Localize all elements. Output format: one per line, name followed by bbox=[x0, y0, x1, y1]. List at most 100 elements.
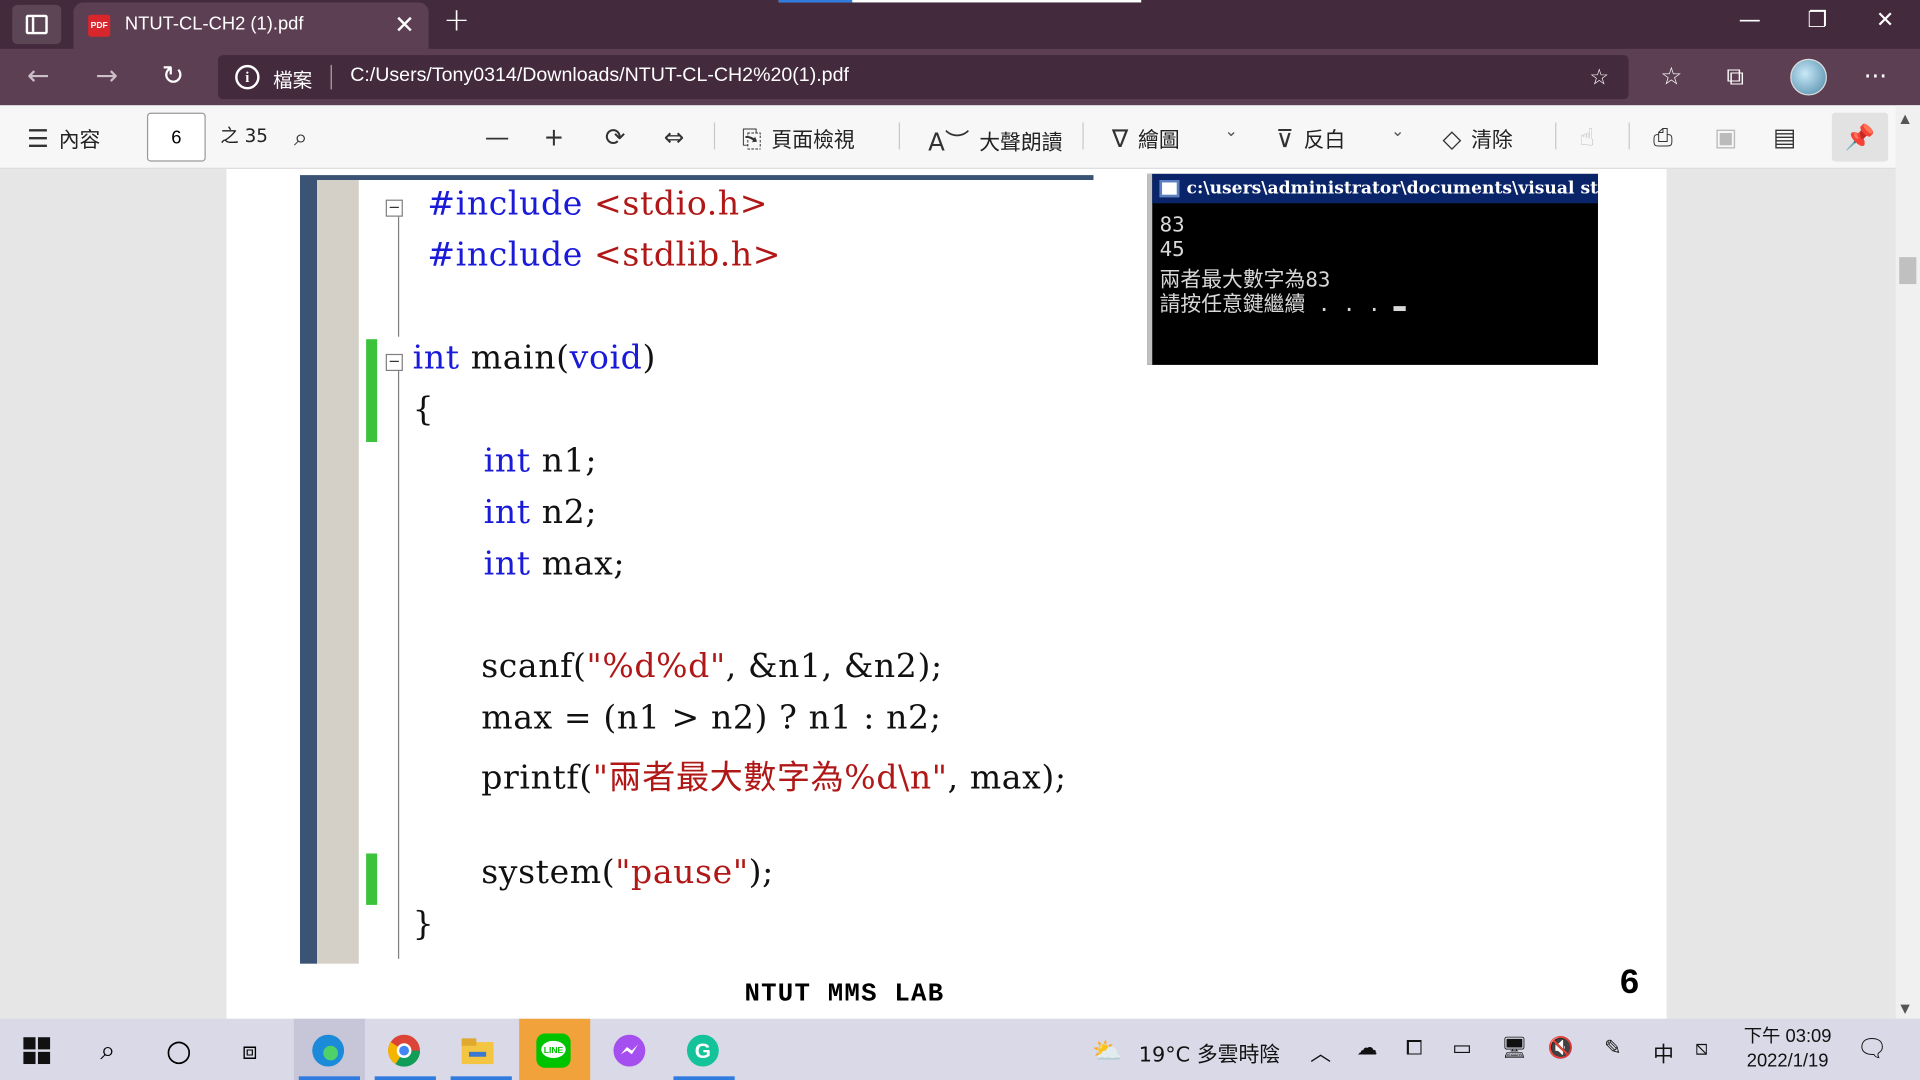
code-line: int n1; bbox=[483, 442, 598, 481]
url-field[interactable]: i 檔案 C:/Users/Tony0314/Downloads/NTUT-CL… bbox=[217, 55, 1629, 100]
forward-button[interactable]: → bbox=[96, 61, 119, 92]
ime-indicator[interactable]: 中 bbox=[1653, 1037, 1674, 1067]
highlight-label: 反白 bbox=[1303, 128, 1346, 154]
highlight-chevron-down-icon[interactable]: ⌄ bbox=[1391, 122, 1404, 140]
rotate-icon[interactable]: ⟳ bbox=[605, 122, 626, 151]
weather-icon[interactable]: ⛅ bbox=[1092, 1036, 1122, 1065]
code-line: int max; bbox=[483, 544, 626, 583]
restore-button[interactable]: ❐ bbox=[1807, 7, 1827, 33]
erase-label: 清除 bbox=[1471, 128, 1513, 154]
page-view-label: 頁面檢視 bbox=[771, 128, 855, 154]
app-tray-icon[interactable]: ⧠ bbox=[1406, 1036, 1423, 1060]
network-icon[interactable]: 🖥 bbox=[1501, 1036, 1527, 1060]
tab-active[interactable]: PDF NTUT-CL-CH2 (1).pdf ✕ bbox=[73, 2, 429, 49]
draw-button[interactable]: ∇ 繪圖 bbox=[1112, 122, 1180, 153]
page-number-input[interactable]: 6 bbox=[146, 112, 206, 162]
save-as-icon[interactable]: ▤ bbox=[1773, 122, 1796, 151]
console-cursor bbox=[1393, 306, 1406, 312]
favorites-icon[interactable]: ☆ bbox=[1660, 61, 1682, 90]
cortana-icon[interactable]: ○ bbox=[157, 1029, 201, 1073]
code-line: printf("兩者最大數字為%d\n", max); bbox=[481, 759, 1067, 798]
read-aloud-button[interactable]: A︶ 大聲朗讀 bbox=[928, 122, 1062, 158]
svg-text:G: G bbox=[695, 1040, 711, 1063]
contents-label: 內容 bbox=[58, 128, 101, 154]
task-view-icon[interactable]: ⧈ bbox=[228, 1029, 272, 1073]
taskbar: ⌕ ○ ⧈ LINE G ⛅ 19°C 多雲時陰 ︿ ☁ ⧠ ▭ 🖥 🔇 ✎ 中… bbox=[0, 1018, 1920, 1080]
edge-icon[interactable] bbox=[306, 1029, 350, 1073]
profile-avatar[interactable] bbox=[1790, 58, 1827, 96]
eraser-icon: ◇ bbox=[1442, 123, 1462, 153]
change-marker bbox=[366, 853, 378, 905]
scroll-up-icon[interactable]: ▲ bbox=[1900, 113, 1909, 126]
code-line: int main(void) bbox=[412, 339, 656, 378]
messenger-icon[interactable] bbox=[607, 1029, 651, 1073]
console-title: c:\users\administrator\documents\visual … bbox=[1152, 173, 1598, 204]
add-favorite-icon[interactable]: ☆ bbox=[1589, 65, 1609, 91]
zoom-out-icon[interactable]: — bbox=[485, 122, 509, 151]
new-tab-button[interactable]: + bbox=[443, 2, 470, 39]
tab-title: NTUT-CL-CH2 (1).pdf bbox=[124, 13, 304, 35]
collections-icon[interactable]: ⧉ bbox=[1727, 61, 1744, 90]
read-aloud-icon: A︶ bbox=[928, 127, 970, 157]
code-screenshot: − − #include <stdio.h> #include <stdlib.… bbox=[300, 175, 1094, 964]
console-screenshot: c:\users\administrator\documents\visual … bbox=[1147, 173, 1598, 365]
pdf-viewer[interactable]: − − #include <stdio.h> #include <stdlib.… bbox=[0, 168, 1896, 1019]
battery-icon[interactable]: ▭ bbox=[1452, 1036, 1472, 1060]
minimize-button[interactable]: — bbox=[1739, 7, 1761, 33]
fit-width-icon[interactable]: ⇔ bbox=[664, 122, 685, 151]
tab-actions-button[interactable] bbox=[12, 4, 62, 45]
search-icon[interactable]: ⌕ bbox=[86, 1029, 130, 1073]
list-icon: ☰ bbox=[26, 123, 49, 153]
code-line: { bbox=[412, 390, 435, 429]
erase-button[interactable]: ◇ 清除 bbox=[1442, 122, 1512, 153]
code-line: system("pause"); bbox=[481, 853, 774, 892]
pdf-icon: PDF bbox=[88, 14, 111, 37]
refresh-button[interactable]: ↻ bbox=[162, 61, 185, 92]
read-aloud-label: 大聲朗讀 bbox=[979, 131, 1063, 156]
tray-expand-icon[interactable]: ︿ bbox=[1310, 1036, 1331, 1066]
onedrive-icon[interactable]: ☁ bbox=[1357, 1036, 1378, 1060]
back-button[interactable]: ← bbox=[27, 61, 50, 92]
highlight-button[interactable]: ⊽ 反白 bbox=[1276, 122, 1345, 153]
weather-text[interactable]: 19°C 多雲時陰 bbox=[1139, 1037, 1280, 1067]
scroll-thumb[interactable] bbox=[1899, 257, 1917, 285]
draw-label: 繪圖 bbox=[1138, 128, 1180, 154]
address-bar: ← → ↻ i 檔案 C:/Users/Tony0314/Downloads/N… bbox=[0, 48, 1920, 106]
draw-chevron-down-icon[interactable]: ⌄ bbox=[1225, 122, 1238, 140]
console-line: 83 bbox=[1159, 213, 1185, 238]
vertical-scrollbar[interactable]: ▲ ▼ bbox=[1895, 105, 1920, 1019]
search-icon[interactable]: ⌕ bbox=[294, 122, 308, 151]
contents-button[interactable]: ☰ 內容 bbox=[27, 122, 100, 153]
print-icon[interactable]: ⎙ bbox=[1653, 122, 1673, 151]
code-line: #include <stdlib.h> bbox=[427, 236, 782, 275]
volume-muted-icon[interactable]: 🔇 bbox=[1548, 1036, 1574, 1060]
total-pages-label: 之 35 bbox=[220, 124, 268, 147]
info-icon[interactable]: i bbox=[235, 64, 260, 90]
pdf-toolbar: ☰ 內容 6 之 35 ⌕ — + ⟳ ⇔ ⎘ 頁面檢視 A︶ 大聲朗讀 ∇ 繪… bbox=[0, 105, 1920, 169]
code-line: } bbox=[412, 904, 435, 943]
pin-toolbar-button[interactable]: 📌 bbox=[1831, 112, 1889, 162]
start-button[interactable] bbox=[15, 1029, 59, 1073]
ime-mode-icon[interactable]: ⧅ bbox=[1695, 1036, 1708, 1060]
more-menu-icon[interactable]: ··· bbox=[1864, 61, 1887, 90]
chrome-icon[interactable] bbox=[382, 1029, 426, 1073]
pin-icon: 📌 bbox=[1844, 122, 1876, 152]
touch-write-icon[interactable]: ☝ bbox=[1580, 122, 1595, 151]
draw-icon: ∇ bbox=[1111, 123, 1129, 153]
close-window-button[interactable]: ✕ bbox=[1876, 7, 1894, 33]
save-icon[interactable]: ▣ bbox=[1714, 122, 1737, 151]
clock[interactable]: 下午 03:09 2022/1/19 bbox=[1744, 1025, 1832, 1074]
grammarly-icon[interactable]: G bbox=[681, 1029, 725, 1073]
page-view-button[interactable]: ⎘ 頁面檢視 bbox=[742, 122, 855, 153]
highlighter-icon: ⊽ bbox=[1275, 123, 1294, 153]
collapse-icon: − bbox=[385, 354, 403, 372]
zoom-in-icon[interactable]: + bbox=[544, 122, 565, 151]
close-tab-icon[interactable]: ✕ bbox=[394, 10, 415, 39]
url-text[interactable]: C:/Users/Tony0314/Downloads/NTUT-CL-CH2%… bbox=[350, 65, 849, 87]
file-explorer-icon[interactable] bbox=[456, 1029, 500, 1073]
notification-icon[interactable]: 🗨 bbox=[1856, 1033, 1887, 1062]
scroll-down-icon[interactable]: ▼ bbox=[1900, 1003, 1909, 1016]
pdf-page: − − #include <stdio.h> #include <stdlib.… bbox=[226, 168, 1667, 1019]
pen-icon[interactable]: ✎ bbox=[1604, 1036, 1621, 1060]
line-icon[interactable]: LINE bbox=[531, 1029, 575, 1073]
